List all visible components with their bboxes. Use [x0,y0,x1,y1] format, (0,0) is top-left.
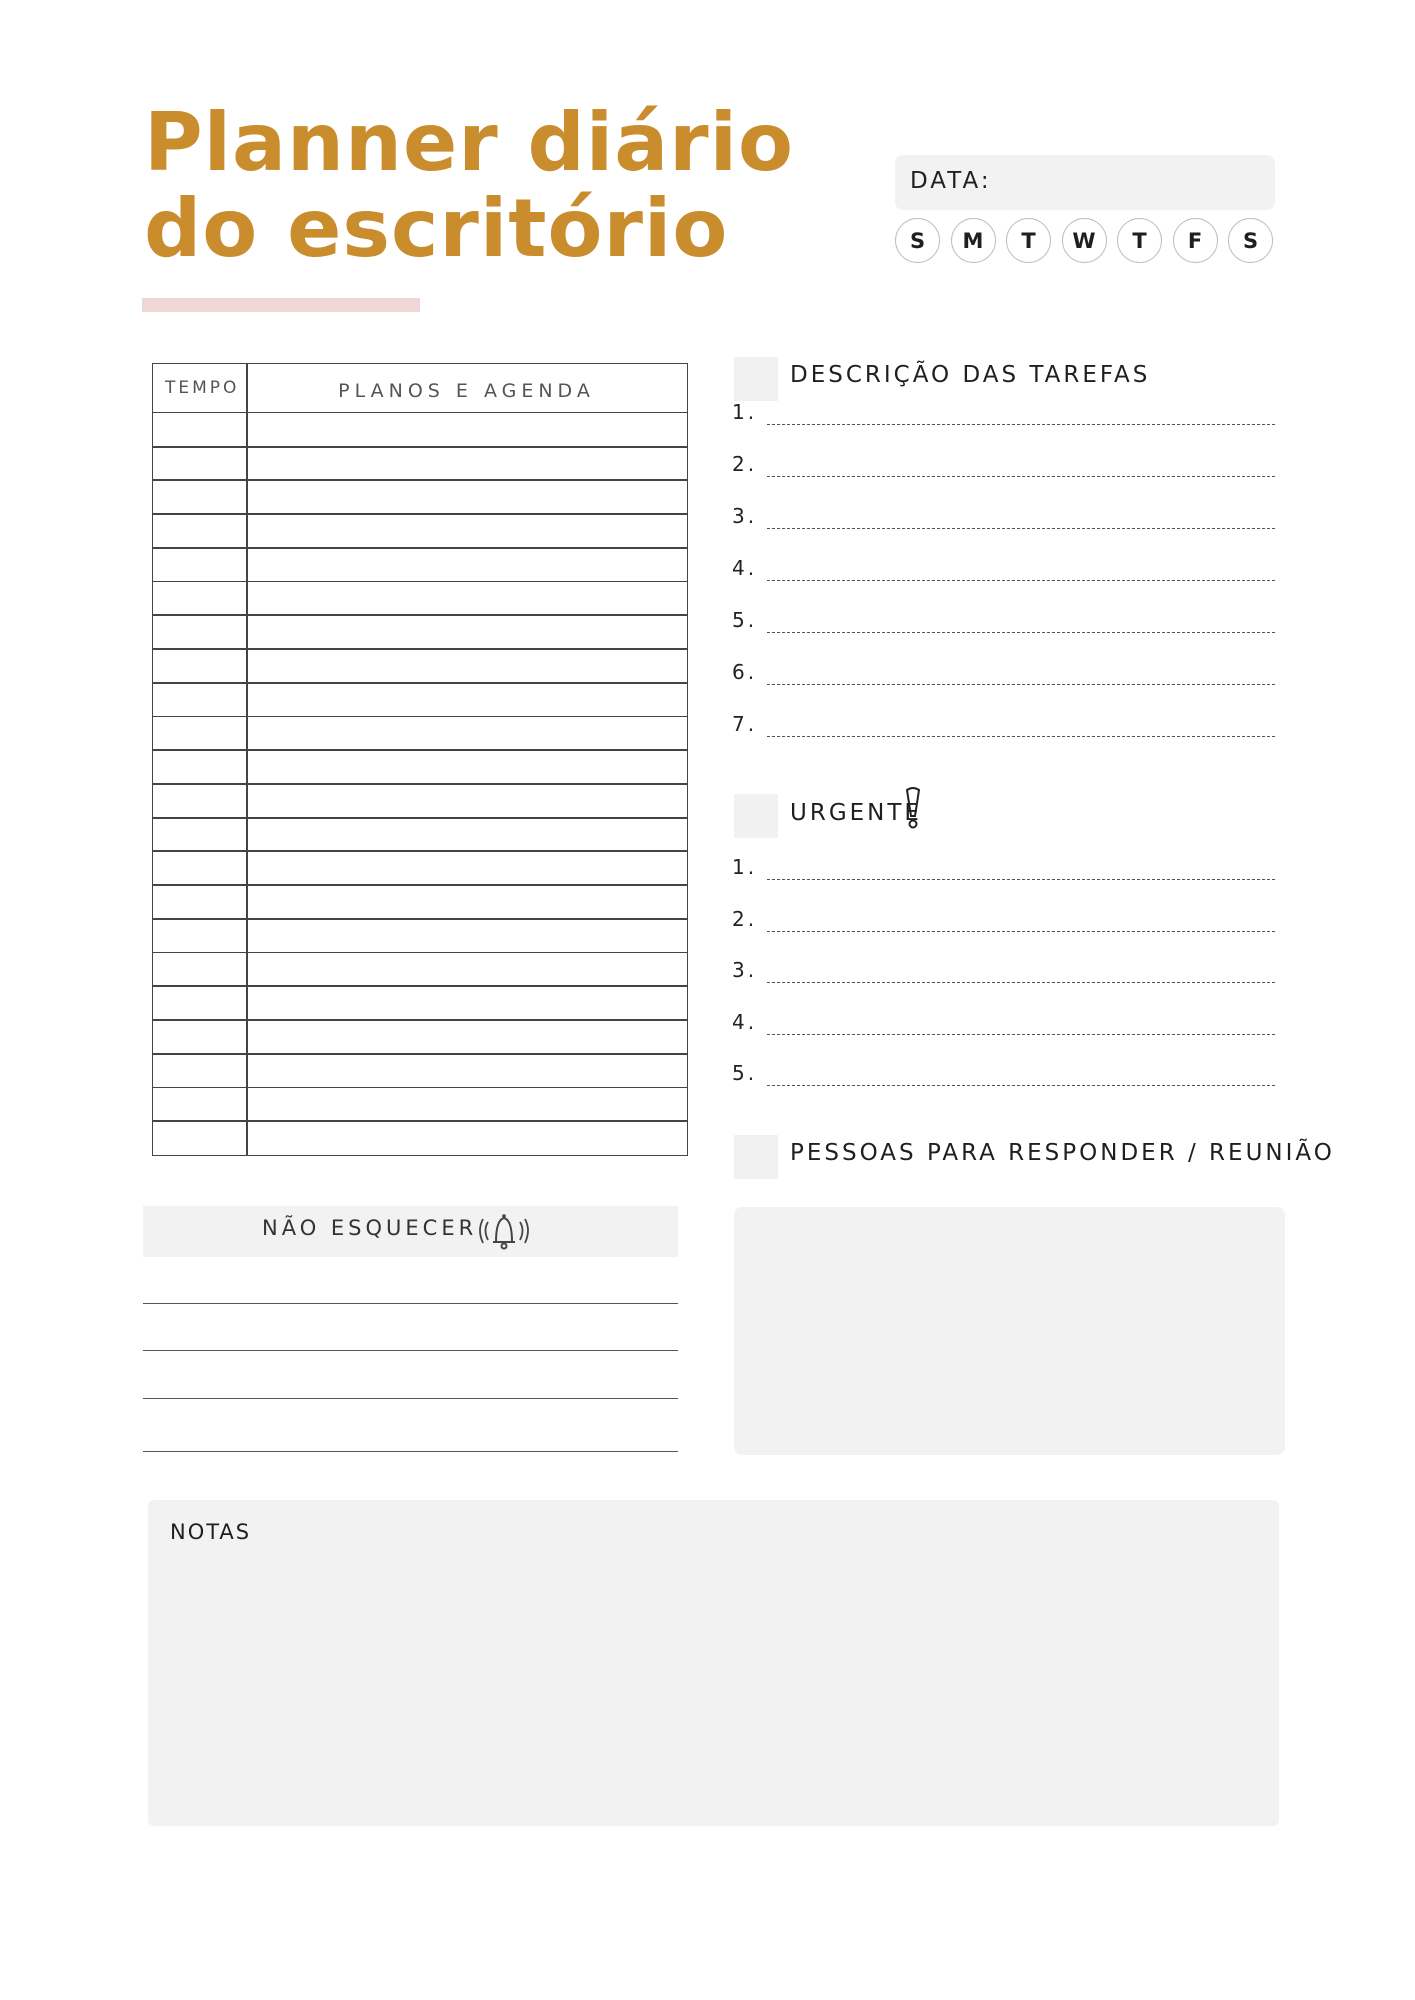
tasks-title: DESCRIÇÃO DAS TAREFAS [790,362,1151,388]
urgent-number: 5. [732,1061,758,1085]
tasks-number: 2. [732,452,758,476]
date-label: DATA: [910,168,992,194]
exclamation-icon [905,787,921,829]
people-checkbox[interactable] [734,1135,778,1179]
bell-icon [479,1214,529,1250]
urgent-number: 2. [732,906,758,931]
schedule-row-line [153,850,687,853]
urgent-entry-line[interactable] [767,1085,1275,1086]
tasks-number: 6. [732,660,758,684]
people-title: PESSOAS PARA RESPONDER / REUNIÃO [790,1140,1335,1166]
schedule-col-time: TEMPO [165,378,240,398]
schedule-row-line [153,749,687,752]
schedule-header: TEMPO PLANOS E AGENDA [153,364,687,413]
schedule-row-line [153,1052,687,1055]
dont-forget-title: NÃO ESQUECER [262,1216,478,1240]
urgent-entry-line[interactable] [767,879,1275,880]
tasks-entry-line[interactable] [767,424,1275,425]
people-notes-area[interactable] [734,1207,1285,1455]
urgent-checkbox[interactable] [734,794,778,838]
tasks-number: 5. [732,608,758,632]
urgent-entry-line[interactable] [767,930,1275,932]
tasks-entry-line[interactable] [767,476,1275,477]
schedule-table: TEMPO PLANOS E AGENDA [152,363,688,1156]
tasks-entry-line[interactable] [767,528,1275,529]
title-underline [142,298,420,312]
weekday-6[interactable]: S [1228,218,1273,263]
schedule-row-line [153,614,687,617]
schedule-row-line [153,816,687,819]
tasks-checkbox[interactable] [734,357,778,401]
schedule-row-line [153,715,687,718]
weekday-4[interactable]: T [1117,218,1162,263]
tasks-number: 4. [732,556,758,580]
schedule-row-line [153,648,687,650]
schedule-row-line [153,479,687,482]
weekday-5[interactable]: F [1172,218,1218,263]
dont-forget-line[interactable] [143,1398,678,1399]
schedule-col-plans: PLANOS E AGENDA [338,380,595,402]
notes-area[interactable] [148,1500,1279,1826]
schedule-row-line [153,513,687,515]
dont-forget-line[interactable] [143,1350,678,1351]
dont-forget-line[interactable] [143,1451,678,1452]
schedule-row-line [153,985,687,988]
tasks-number: 1. [732,400,758,424]
page-title: Planner diário do escritório [144,100,794,272]
schedule-row-line [153,445,687,448]
tasks-entry-line[interactable] [767,736,1275,737]
schedule-row-line [153,783,687,785]
schedule-row-line [153,1019,687,1021]
notes-title: NOTAS [170,1520,252,1544]
schedule-row-line [153,917,687,920]
tasks-number: 3. [732,504,758,528]
urgent-entry-line[interactable] [767,1033,1275,1035]
title-line-2: do escritório [144,182,729,275]
tasks-entry-line[interactable] [767,684,1275,685]
schedule-column-divider [246,364,248,1155]
weekday-2[interactable]: T [1006,218,1051,263]
tasks-entry-line[interactable] [767,580,1275,581]
weekday-3[interactable]: W [1061,218,1107,263]
dont-forget-line[interactable] [143,1303,678,1304]
title-line-1: Planner diário [144,96,795,189]
schedule-row-line [153,1086,687,1089]
schedule-row-line [153,1120,687,1123]
schedule-row-line [153,681,687,684]
weekday-0[interactable]: S [895,218,940,263]
schedule-row-line [153,884,687,886]
urgent-entry-line[interactable] [767,982,1275,983]
schedule-row-line [153,580,687,583]
urgent-number: 3. [732,958,758,982]
urgent-number: 1. [732,855,758,879]
schedule-row-line [153,951,687,954]
schedule-row-line [153,546,687,549]
urgent-number: 4. [732,1009,758,1034]
weekday-1[interactable]: M [950,218,996,263]
tasks-entry-line[interactable] [767,632,1275,633]
tasks-number: 7. [732,712,758,736]
